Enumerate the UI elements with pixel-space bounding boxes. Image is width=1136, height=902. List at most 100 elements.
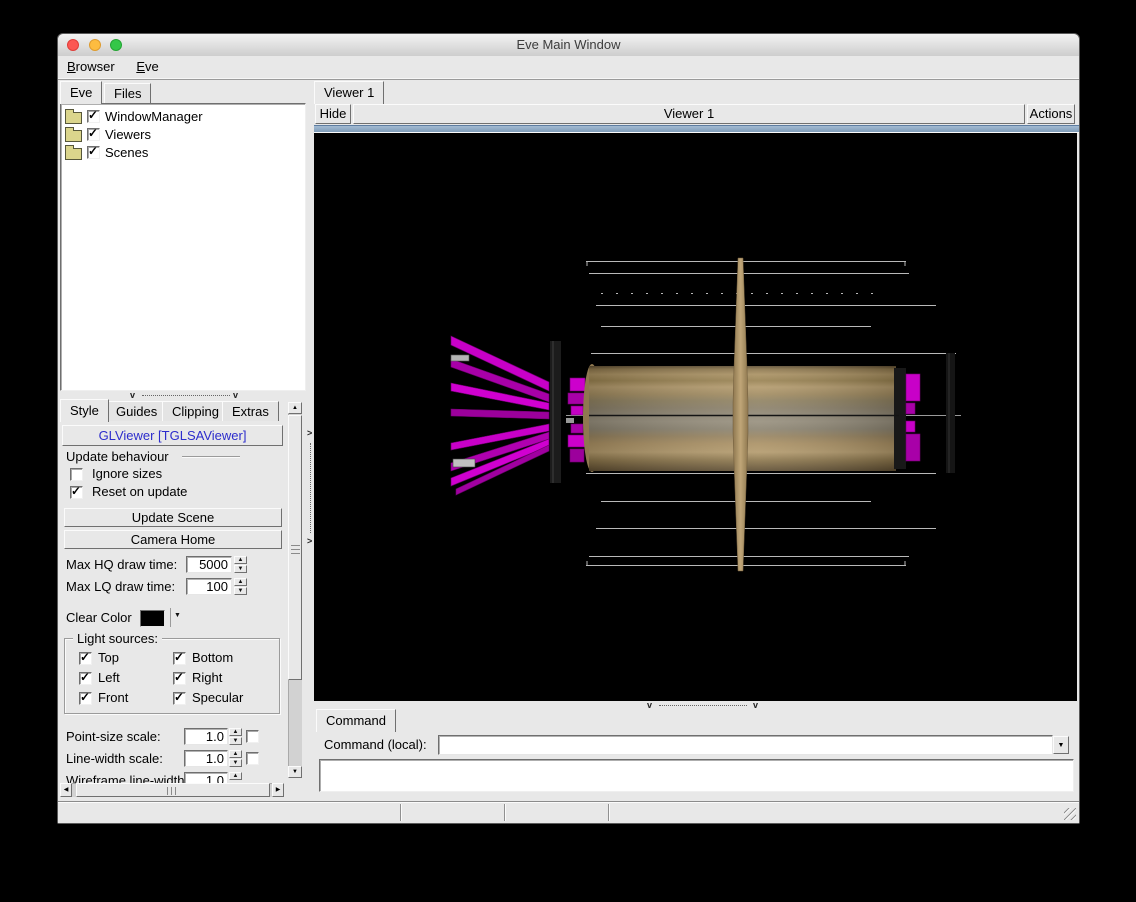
scrollbar-thumb[interactable] xyxy=(288,415,302,680)
light-front-label[interactable]: Front xyxy=(98,690,128,706)
spin-down-icon[interactable]: ▼ xyxy=(229,759,242,767)
tab-eve[interactable]: Eve xyxy=(60,81,103,104)
tab-files[interactable]: Files xyxy=(104,83,152,103)
scrollbar-thumb[interactable] xyxy=(76,783,270,797)
line-width-checkbox[interactable] xyxy=(246,752,259,765)
light-bottom-label[interactable]: Bottom xyxy=(192,650,233,666)
spin-up-icon[interactable]: ▲ xyxy=(234,578,247,586)
folder-icon xyxy=(65,127,82,142)
editor-horizontal-scrollbar[interactable]: ◀ ▶ xyxy=(60,783,284,797)
tree-item-checkbox[interactable]: ✓ xyxy=(87,144,100,159)
clear-color-swatch[interactable] xyxy=(140,610,165,627)
tab-extras[interactable]: Extras xyxy=(222,401,279,421)
chevron-down-icon: v xyxy=(647,700,653,710)
tab-viewer-1[interactable]: Viewer 1 xyxy=(314,81,385,104)
main-vertical-splitter[interactable]: > > xyxy=(306,81,314,798)
editor-vertical-scrollbar[interactable]: ▲ ▼ xyxy=(288,402,302,778)
hide-button[interactable]: Hide xyxy=(315,104,351,124)
light-specular-label[interactable]: Specular xyxy=(192,690,243,706)
max-lq-entry[interactable]: 100 xyxy=(186,578,232,595)
command-input[interactable] xyxy=(438,735,1053,755)
detector-3d-scene xyxy=(450,257,961,572)
gl-viewport[interactable] xyxy=(314,133,1077,701)
point-size-entry[interactable]: 1.0 xyxy=(184,728,228,745)
reset-on-update-checkbox[interactable]: ✓ xyxy=(70,484,83,499)
menu-browser[interactable]: Browser xyxy=(58,56,124,78)
scroll-left-icon[interactable]: ◀ xyxy=(60,783,72,797)
light-top-label[interactable]: Top xyxy=(98,650,119,666)
checkmark-icon: ✓ xyxy=(174,690,185,704)
wireframe-row-clipped: Wireframe line-width 1.0 ▲ xyxy=(60,772,286,783)
menubar: Browser Eve xyxy=(58,56,1079,80)
light-left-label[interactable]: Left xyxy=(98,670,120,686)
command-local-label: Command (local): xyxy=(324,737,427,752)
tree-item-label[interactable]: WindowManager xyxy=(105,109,203,125)
spin-up-icon[interactable]: ▲ xyxy=(229,772,242,780)
left-endcap-fan xyxy=(450,335,550,496)
checkmark-icon: ✓ xyxy=(80,650,91,664)
eve-main-window: Eve Main Window Browser Eve Eve Files ✓ … xyxy=(57,33,1080,824)
scroll-up-icon[interactable]: ▲ xyxy=(288,402,302,414)
combo-dropdown-icon[interactable]: ▼ xyxy=(1053,736,1069,754)
chevron-down-icon: v xyxy=(130,390,136,400)
scroll-down-icon[interactable]: ▼ xyxy=(288,766,302,778)
viewer-frame-title[interactable]: Viewer 1 xyxy=(353,104,1025,124)
camera-home-button[interactable]: Camera Home xyxy=(64,530,282,549)
right-dark-support xyxy=(946,353,955,473)
light-bottom-checkbox[interactable]: ✓ xyxy=(173,650,186,665)
max-hq-label: Max HQ draw time: xyxy=(66,557,178,572)
window-titlebar[interactable]: Eve Main Window xyxy=(58,34,1079,57)
glviewer-class-button[interactable]: GLViewer [TGLSAViewer] xyxy=(62,425,283,446)
tree-editor-splitter[interactable]: v v xyxy=(60,390,306,400)
desktop-background: Eve Main Window Browser Eve Eve Files ✓ … xyxy=(0,0,1136,902)
light-right-label[interactable]: Right xyxy=(192,670,222,686)
actions-menu-button[interactable]: Actions xyxy=(1027,104,1075,124)
point-size-checkbox[interactable] xyxy=(246,730,259,743)
tree-item-checkbox[interactable]: ✓ xyxy=(87,126,100,141)
tab-command[interactable]: Command xyxy=(316,709,396,732)
light-front-checkbox[interactable]: ✓ xyxy=(79,690,92,705)
clear-color-dropdown-icon[interactable]: ▼ xyxy=(174,612,181,619)
status-divider xyxy=(608,804,610,821)
max-hq-entry[interactable]: 5000 xyxy=(186,556,232,573)
color-picker-divider xyxy=(170,608,171,627)
thumb-grip xyxy=(167,787,179,795)
tree-item-checkbox[interactable]: ✓ xyxy=(87,108,100,123)
light-left-checkbox[interactable]: ✓ xyxy=(79,670,92,685)
update-scene-button[interactable]: Update Scene xyxy=(64,508,282,527)
menu-eve[interactable]: Eve xyxy=(127,56,167,78)
tab-clipping[interactable]: Clipping xyxy=(162,401,229,421)
ignore-sizes-label[interactable]: Ignore sizes xyxy=(92,466,162,482)
viewer-tabbar: Viewer 1 xyxy=(314,81,1079,104)
reset-on-update-label[interactable]: Reset on update xyxy=(92,484,187,500)
wireframe-spinner: ▲ xyxy=(229,772,242,783)
chevron-right-icon: > xyxy=(307,428,313,438)
spin-down-icon[interactable]: ▼ xyxy=(234,587,247,595)
spin-down-icon[interactable]: ▼ xyxy=(229,737,242,745)
spin-up-icon[interactable]: ▲ xyxy=(229,728,242,736)
light-top-checkbox[interactable]: ✓ xyxy=(79,650,92,665)
tree-item-label[interactable]: Viewers xyxy=(105,127,151,143)
window-title: Eve Main Window xyxy=(516,37,621,52)
barrel-right-endcap-blocks xyxy=(905,373,921,462)
tab-guides[interactable]: Guides xyxy=(106,401,168,421)
command-row: Command (local): ▼ xyxy=(314,731,1079,759)
light-specular-checkbox[interactable]: ✓ xyxy=(173,690,186,705)
heading-rule xyxy=(182,456,240,457)
ignore-sizes-checkbox[interactable] xyxy=(70,468,83,481)
scroll-right-icon[interactable]: ▶ xyxy=(272,783,284,797)
spin-down-icon[interactable]: ▼ xyxy=(234,565,247,573)
light-sources-group: Light sources: ✓ Top ✓ Bottom ✓ Left ✓ R… xyxy=(64,631,280,714)
wireframe-entry[interactable]: 1.0 xyxy=(184,772,228,783)
max-lq-label: Max LQ draw time: xyxy=(66,579,176,594)
viewer-selection-highlight xyxy=(314,125,1079,133)
gl-viewer-editor-panel: GLViewer [TGLSAViewer] Update behaviour … xyxy=(60,422,286,783)
spin-up-icon[interactable]: ▲ xyxy=(234,556,247,564)
light-right-checkbox[interactable]: ✓ xyxy=(173,670,186,685)
tab-style[interactable]: Style xyxy=(60,399,109,422)
tree-item-label[interactable]: Scenes xyxy=(105,145,148,161)
spin-up-icon[interactable]: ▲ xyxy=(229,750,242,758)
viewer-command-splitter[interactable]: v v xyxy=(314,700,1079,710)
line-width-entry[interactable]: 1.0 xyxy=(184,750,228,767)
window-resize-grip[interactable] xyxy=(1064,808,1076,820)
